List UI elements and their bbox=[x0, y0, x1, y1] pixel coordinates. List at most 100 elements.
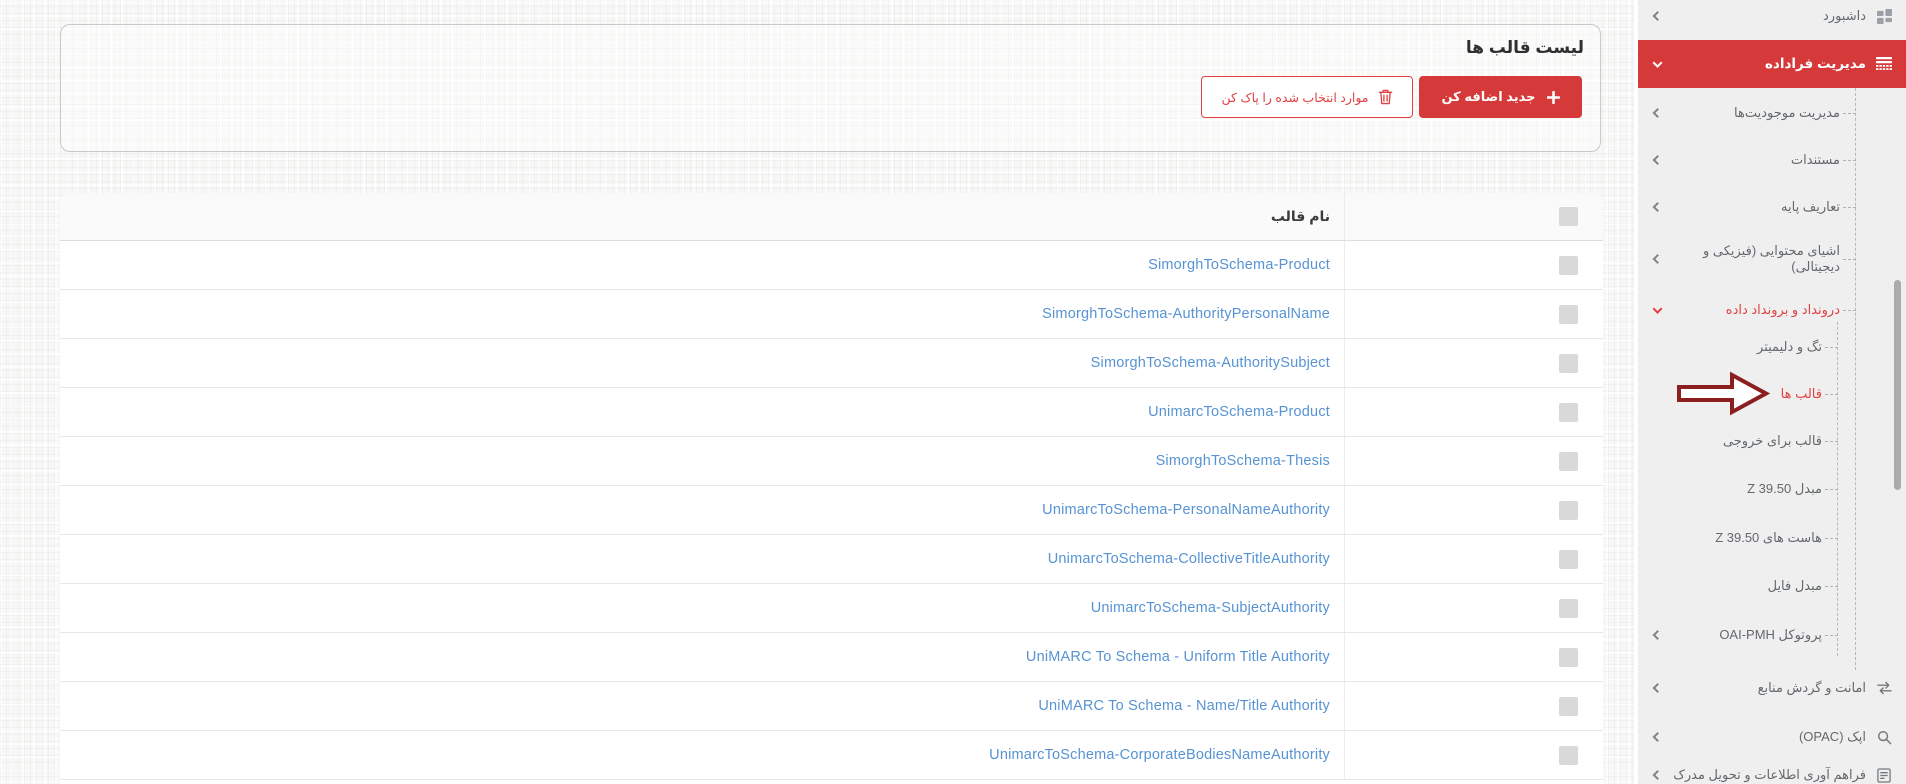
tree-connector bbox=[1825, 394, 1838, 395]
table-row: UnimarcToSchema-CollectiveTitleAuthority bbox=[60, 535, 1603, 584]
row-name-cell: UniMARC To Schema - Uniform Title Author… bbox=[60, 633, 1344, 681]
table-row: SimorghToSchema-Thesis bbox=[60, 437, 1603, 486]
page-background: لیست قالب ها جدید اضافه کن موارد bbox=[0, 0, 1906, 784]
search-icon bbox=[1875, 728, 1893, 746]
row-checkbox[interactable] bbox=[1559, 452, 1578, 471]
row-checkbox-cell bbox=[1344, 584, 1603, 632]
row-checkbox-cell bbox=[1344, 731, 1603, 779]
sidebar-item-label: پروتوکل OAI-PMH bbox=[1719, 627, 1822, 643]
row-checkbox[interactable] bbox=[1559, 599, 1578, 618]
metadata-icon bbox=[1875, 55, 1893, 73]
template-link[interactable]: UnimarcToSchema-SubjectAuthority bbox=[1091, 600, 1330, 616]
sidebar-item[interactable]: امانت و گردش منابع bbox=[1638, 672, 1906, 704]
row-checkbox[interactable] bbox=[1559, 648, 1578, 667]
sidebar-item[interactable]: مبدل فایل bbox=[1638, 570, 1906, 602]
template-link[interactable]: UniMARC To Schema - Name/Title Authority bbox=[1038, 698, 1330, 714]
template-link[interactable]: UnimarcToSchema-CollectiveTitleAuthority bbox=[1048, 551, 1330, 567]
dashboard-icon bbox=[1875, 7, 1893, 25]
row-checkbox[interactable] bbox=[1559, 697, 1578, 716]
chevron-left-icon bbox=[1653, 683, 1663, 693]
sidebar-item-label: مبدل Z 39.50 bbox=[1747, 481, 1822, 497]
tree-connector bbox=[1843, 160, 1856, 161]
row-checkbox-cell bbox=[1344, 535, 1603, 583]
tree-connector bbox=[1843, 113, 1856, 114]
sidebar-item[interactable]: تگ و دلیمیتر bbox=[1638, 331, 1906, 363]
row-name-cell: UnimarcToSchema-PersonalNameAuthority bbox=[60, 486, 1344, 534]
row-name-cell: UnimarcToSchema-Product bbox=[60, 388, 1344, 436]
template-link[interactable]: SimorghToSchema-Thesis bbox=[1156, 453, 1330, 469]
table-row: SimorghToSchema-AuthoritySubject bbox=[60, 339, 1603, 388]
tree-connector bbox=[1825, 635, 1838, 636]
tree-connector bbox=[1825, 347, 1838, 348]
header-name-cell: نام قالب bbox=[60, 193, 1344, 240]
row-checkbox[interactable] bbox=[1559, 746, 1578, 765]
sidebar-item[interactable]: قالب برای خروجی bbox=[1638, 425, 1906, 457]
sidebar-scrollbar[interactable] bbox=[1894, 280, 1901, 490]
table-header-row: نام قالب bbox=[60, 193, 1603, 241]
sidebar-item[interactable]: اشیای محتوایی (فیزیکی و دیجیتالی) bbox=[1638, 240, 1906, 278]
table-body: SimorghToSchema-Product SimorghToSchema-A… bbox=[60, 241, 1603, 780]
chevron-left-icon bbox=[1653, 155, 1663, 165]
add-new-button[interactable]: جدید اضافه کن bbox=[1419, 76, 1582, 118]
template-link[interactable]: UnimarcToSchema-PersonalNameAuthority bbox=[1042, 502, 1330, 518]
sidebar-item-label: مبدل فایل bbox=[1768, 578, 1822, 594]
sidebar-item-label: فراهم آوری اطلاعات و تحویل مدرک bbox=[1673, 767, 1866, 783]
sidebar-item-label: قالب برای خروجی bbox=[1723, 433, 1822, 449]
chevron-left-icon bbox=[1653, 770, 1663, 780]
toolbar-card: لیست قالب ها جدید اضافه کن موارد bbox=[60, 24, 1601, 152]
row-checkbox-cell bbox=[1344, 339, 1603, 387]
sidebar-item-label: قالب ها bbox=[1781, 386, 1822, 402]
chevron-down-icon bbox=[1653, 58, 1663, 68]
row-name-cell: SimorghToSchema-AuthorityPersonalName bbox=[60, 290, 1344, 338]
sidebar-item[interactable]: اپک (OPAC) bbox=[1638, 721, 1906, 753]
sidebar-item[interactable]: قالب ها bbox=[1638, 378, 1906, 410]
template-link[interactable]: SimorghToSchema-AuthoritySubject bbox=[1091, 355, 1330, 371]
sidebar-item[interactable]: مدیریت فراداده bbox=[1638, 40, 1906, 88]
row-checkbox[interactable] bbox=[1559, 403, 1578, 422]
template-link[interactable]: UnimarcToSchema-Product bbox=[1148, 404, 1330, 420]
sidebar-item-label: هاست های Z 39.50 bbox=[1715, 530, 1822, 546]
sidebar-item-label: تعاریف پایه bbox=[1781, 199, 1840, 215]
tree-connector bbox=[1825, 586, 1838, 587]
add-new-button-label: جدید اضافه کن bbox=[1441, 89, 1535, 105]
sidebar-item[interactable]: درونداد و برونداد داده bbox=[1638, 294, 1906, 326]
template-link[interactable]: UnimarcToSchema-CorporateBodiesNameAutho… bbox=[989, 747, 1330, 763]
sidebar-item-label: اشیای محتوایی (فیزیکی و دیجیتالی) bbox=[1678, 243, 1840, 275]
row-name-cell: UnimarcToSchema-CorporateBodiesNameAutho… bbox=[60, 731, 1344, 779]
row-checkbox-cell bbox=[1344, 486, 1603, 534]
sidebar-item-label: داشبورد bbox=[1823, 8, 1866, 24]
template-link[interactable]: SimorghToSchema-AuthorityPersonalName bbox=[1042, 306, 1330, 322]
sidebar-item[interactable]: فراهم آوری اطلاعات و تحویل مدرک bbox=[1638, 759, 1906, 784]
header-checkbox-cell bbox=[1344, 193, 1603, 240]
row-checkbox[interactable] bbox=[1559, 550, 1578, 569]
row-checkbox[interactable] bbox=[1559, 256, 1578, 275]
template-link[interactable]: SimorghToSchema-Product bbox=[1148, 257, 1330, 273]
table-row: UnimarcToSchema-PersonalNameAuthority bbox=[60, 486, 1603, 535]
select-all-checkbox[interactable] bbox=[1559, 207, 1578, 226]
chevron-left-icon bbox=[1653, 108, 1663, 118]
row-checkbox-cell bbox=[1344, 388, 1603, 436]
sidebar-item-label: مستندات bbox=[1791, 152, 1840, 168]
row-checkbox[interactable] bbox=[1559, 354, 1578, 373]
template-link[interactable]: UniMARC To Schema - Uniform Title Author… bbox=[1026, 649, 1330, 665]
sidebar-item-label: تگ و دلیمیتر bbox=[1757, 339, 1822, 355]
sidebar-item[interactable]: مدیریت موجودیت‌ها bbox=[1638, 97, 1906, 129]
table-row: UnimarcToSchema-CorporateBodiesNameAutho… bbox=[60, 731, 1603, 780]
sidebar-item-label: اپک (OPAC) bbox=[1799, 729, 1866, 745]
sidebar-item[interactable]: تعاریف پایه bbox=[1638, 191, 1906, 223]
sidebar-item[interactable]: داشبورد bbox=[1638, 0, 1906, 32]
tree-connector bbox=[1843, 310, 1856, 311]
sidebar-item[interactable]: هاست های Z 39.50 bbox=[1638, 522, 1906, 554]
row-name-cell: SimorghToSchema-AuthoritySubject bbox=[60, 339, 1344, 387]
circulation-icon bbox=[1875, 679, 1893, 697]
sidebar-item[interactable]: مبدل Z 39.50 bbox=[1638, 473, 1906, 505]
row-checkbox[interactable] bbox=[1559, 501, 1578, 520]
sidebar-item-label: مدیریت فراداده bbox=[1765, 56, 1866, 72]
row-checkbox[interactable] bbox=[1559, 305, 1578, 324]
chevron-left-icon bbox=[1653, 732, 1663, 742]
sidebar-item[interactable]: مستندات bbox=[1638, 144, 1906, 176]
clear-selected-button[interactable]: موارد انتخاب شده را پاک کن bbox=[1201, 76, 1413, 118]
row-name-cell: UnimarcToSchema-CollectiveTitleAuthority bbox=[60, 535, 1344, 583]
sidebar-item[interactable]: پروتوکل OAI-PMH bbox=[1638, 619, 1906, 651]
sidebar-item-label: مدیریت موجودیت‌ها bbox=[1734, 105, 1840, 121]
